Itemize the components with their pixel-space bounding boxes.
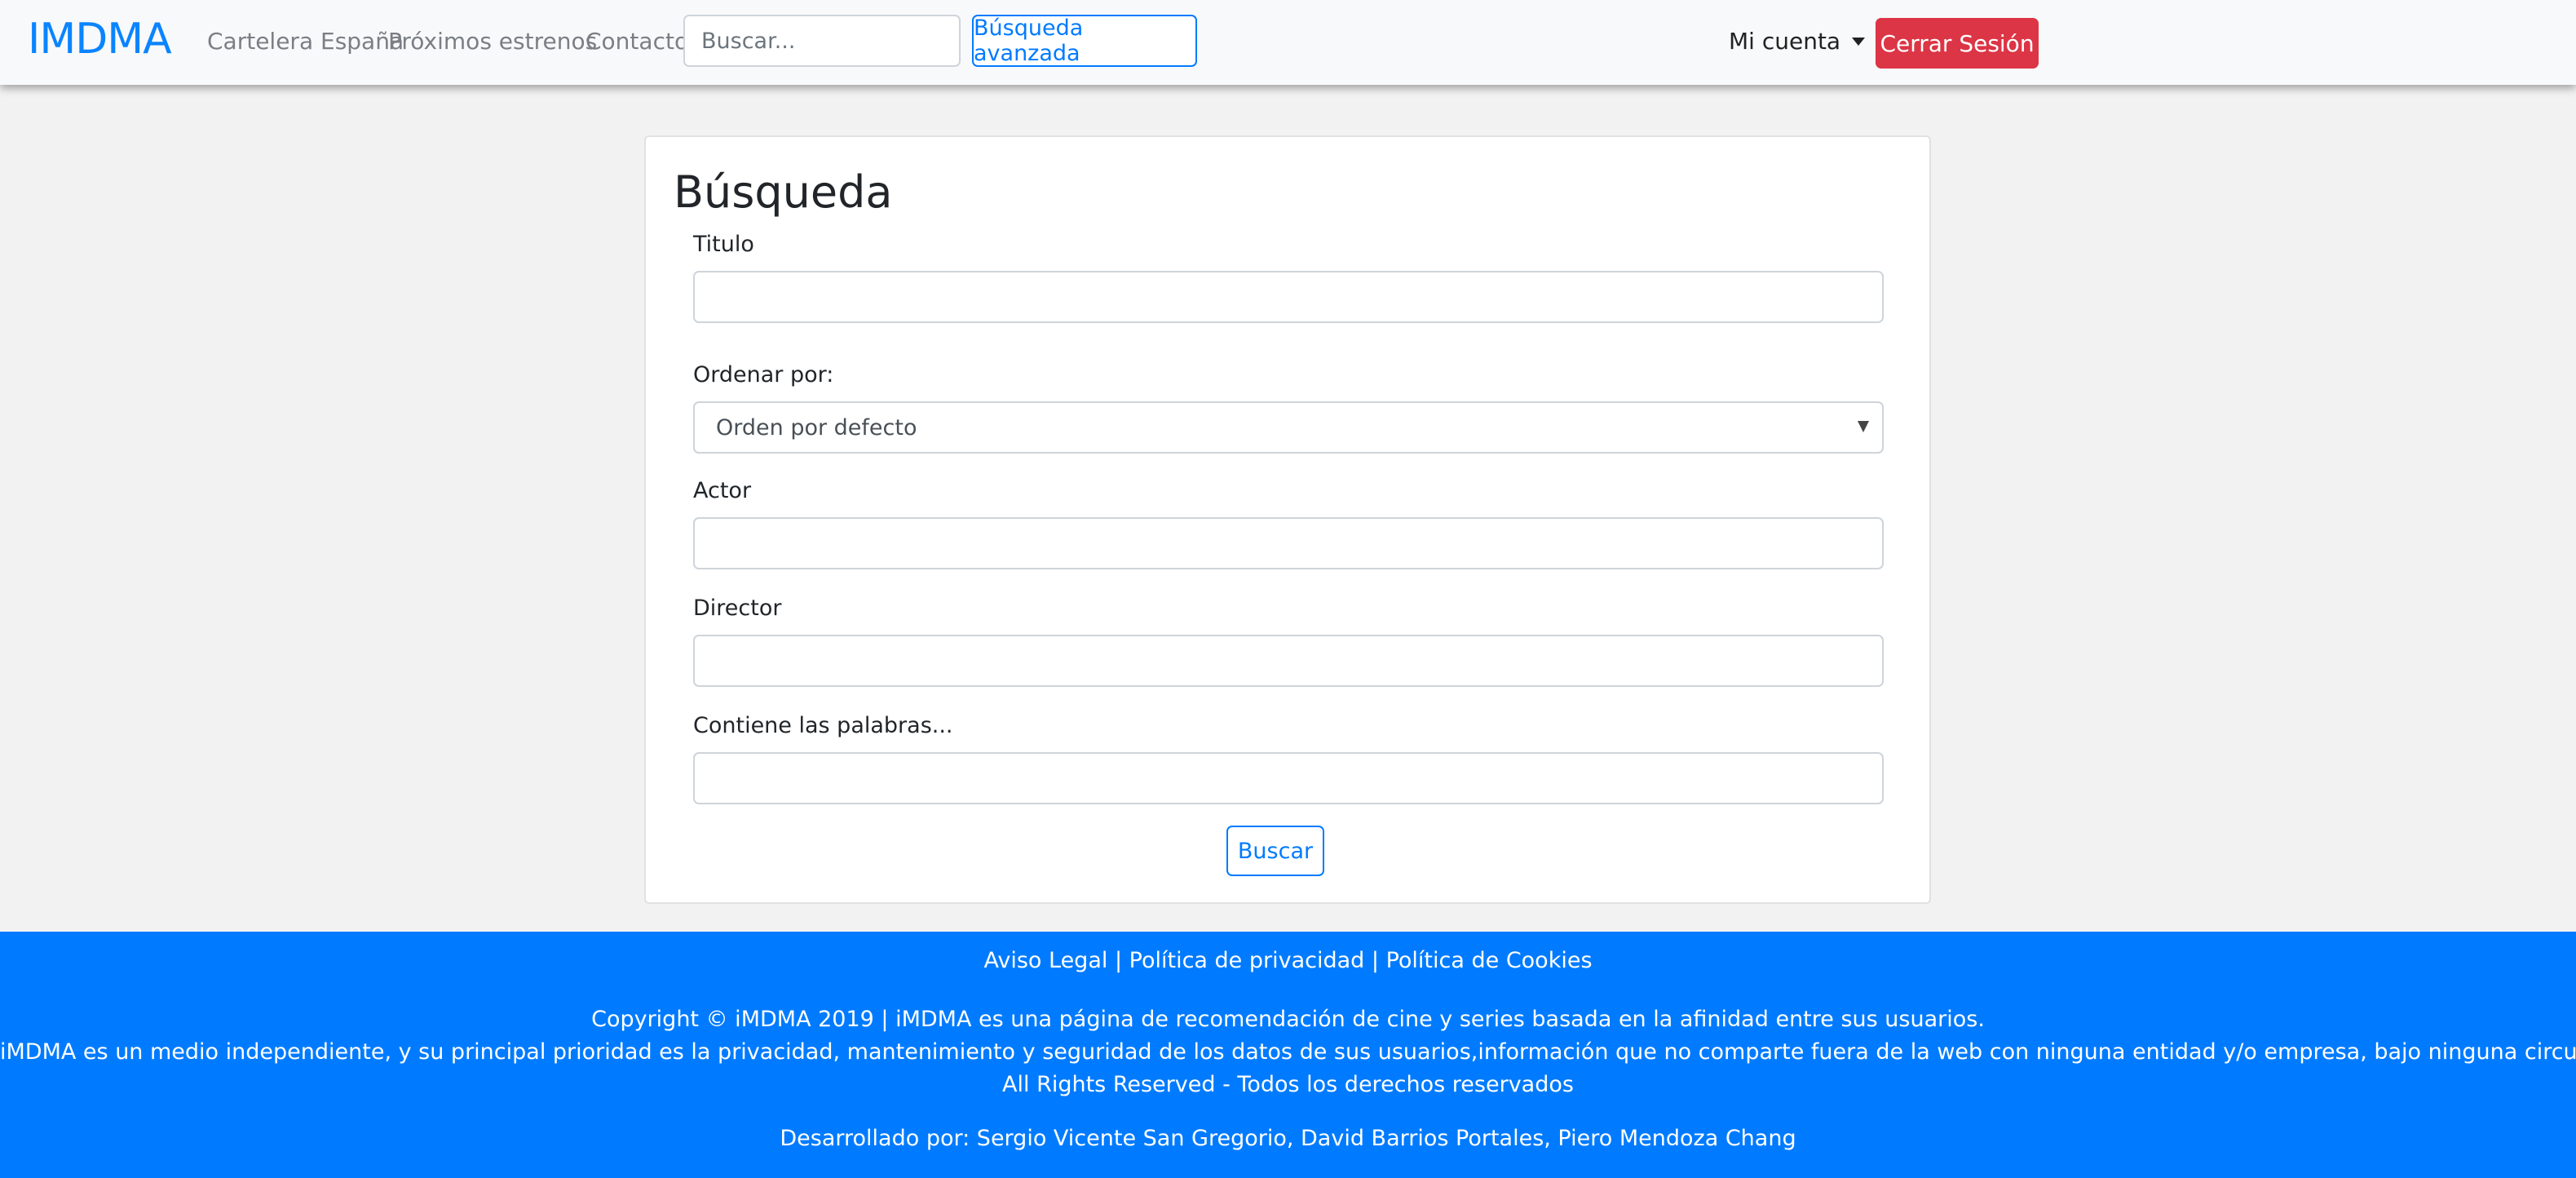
caret-down-icon [1852,37,1866,46]
order-selected-value: Orden por defecto [716,414,917,441]
navbar: IMDMA Cartelera España Próximos estrenos… [0,0,2576,85]
order-label: Ordenar por: [693,362,834,388]
footer: Aviso Legal | Política de privacidad | P… [0,932,2576,1178]
footer-link-cookies[interactable]: Política de Cookies [1386,948,1593,973]
order-select[interactable]: Orden por defecto [693,401,1884,454]
footer-separator: | [1107,948,1129,973]
director-input[interactable] [693,635,1884,687]
footer-copyright: Copyright © iMDMA 2019 | iMDMA es una pá… [591,1007,1985,1032]
advanced-search-button[interactable]: Búsqueda avanzada [972,15,1197,67]
footer-links: Aviso Legal | Política de privacidad | P… [0,948,2576,973]
nav-link-contacto[interactable]: Contacto [585,28,688,55]
account-dropdown[interactable]: Mi cuenta [1729,28,1866,55]
director-label: Director [693,596,782,621]
words-label: Contiene las palabras... [693,713,953,738]
logout-button[interactable]: Cerrar Sesión [1876,18,2039,69]
title-input[interactable] [693,271,1884,323]
footer-link-privacidad[interactable]: Política de privacidad [1129,948,1365,973]
nav-link-proximos-estrenos[interactable]: Próximos estrenos [388,28,597,55]
account-label: Mi cuenta [1729,28,1841,55]
footer-privacy-note: iMDMA es un medio independiente, y su pr… [0,1039,2576,1065]
title-label: Titulo [693,232,754,257]
footer-developers: Desarrollado por: Sergio Vicente San Gre… [780,1126,1796,1151]
nav-link-cartelera[interactable]: Cartelera España [207,28,404,55]
words-input[interactable] [693,752,1884,804]
actor-label: Actor [693,478,752,503]
brand-logo[interactable]: IMDMA [28,15,172,64]
submit-search-button[interactable]: Buscar [1226,826,1324,876]
dropdown-arrow-icon [1858,421,1869,432]
footer-separator: | [1364,948,1386,973]
search-card: Búsqueda Titulo Ordenar por: Orden por d… [644,135,1931,904]
search-input[interactable] [683,15,961,67]
page-title: Búsqueda [674,166,893,218]
footer-rights: All Rights Reserved - Todos los derechos… [1002,1072,1574,1097]
footer-link-aviso-legal[interactable]: Aviso Legal [983,948,1107,973]
actor-input[interactable] [693,517,1884,569]
